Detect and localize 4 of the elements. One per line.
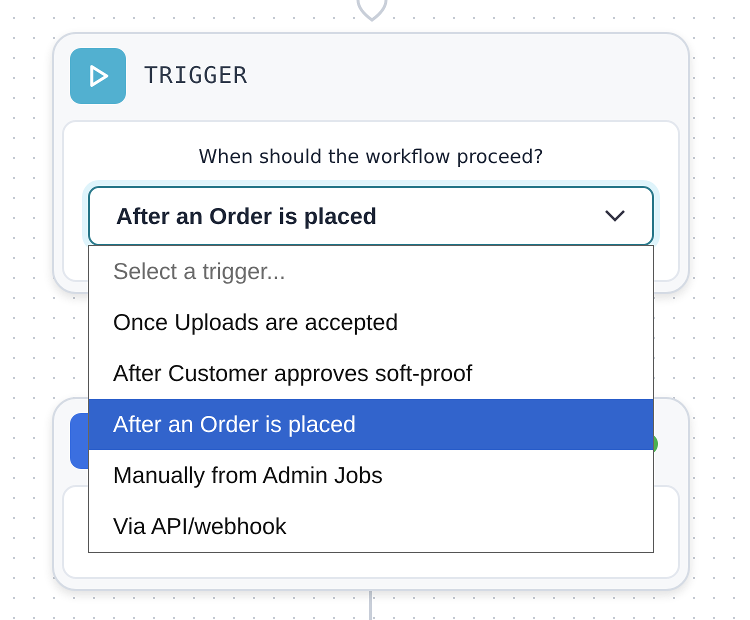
chevron-down-icon xyxy=(604,209,626,223)
question-label: When should the workflow proceed? xyxy=(198,146,544,168)
play-icon xyxy=(70,48,126,104)
node-title: TRIGGER xyxy=(144,63,248,89)
